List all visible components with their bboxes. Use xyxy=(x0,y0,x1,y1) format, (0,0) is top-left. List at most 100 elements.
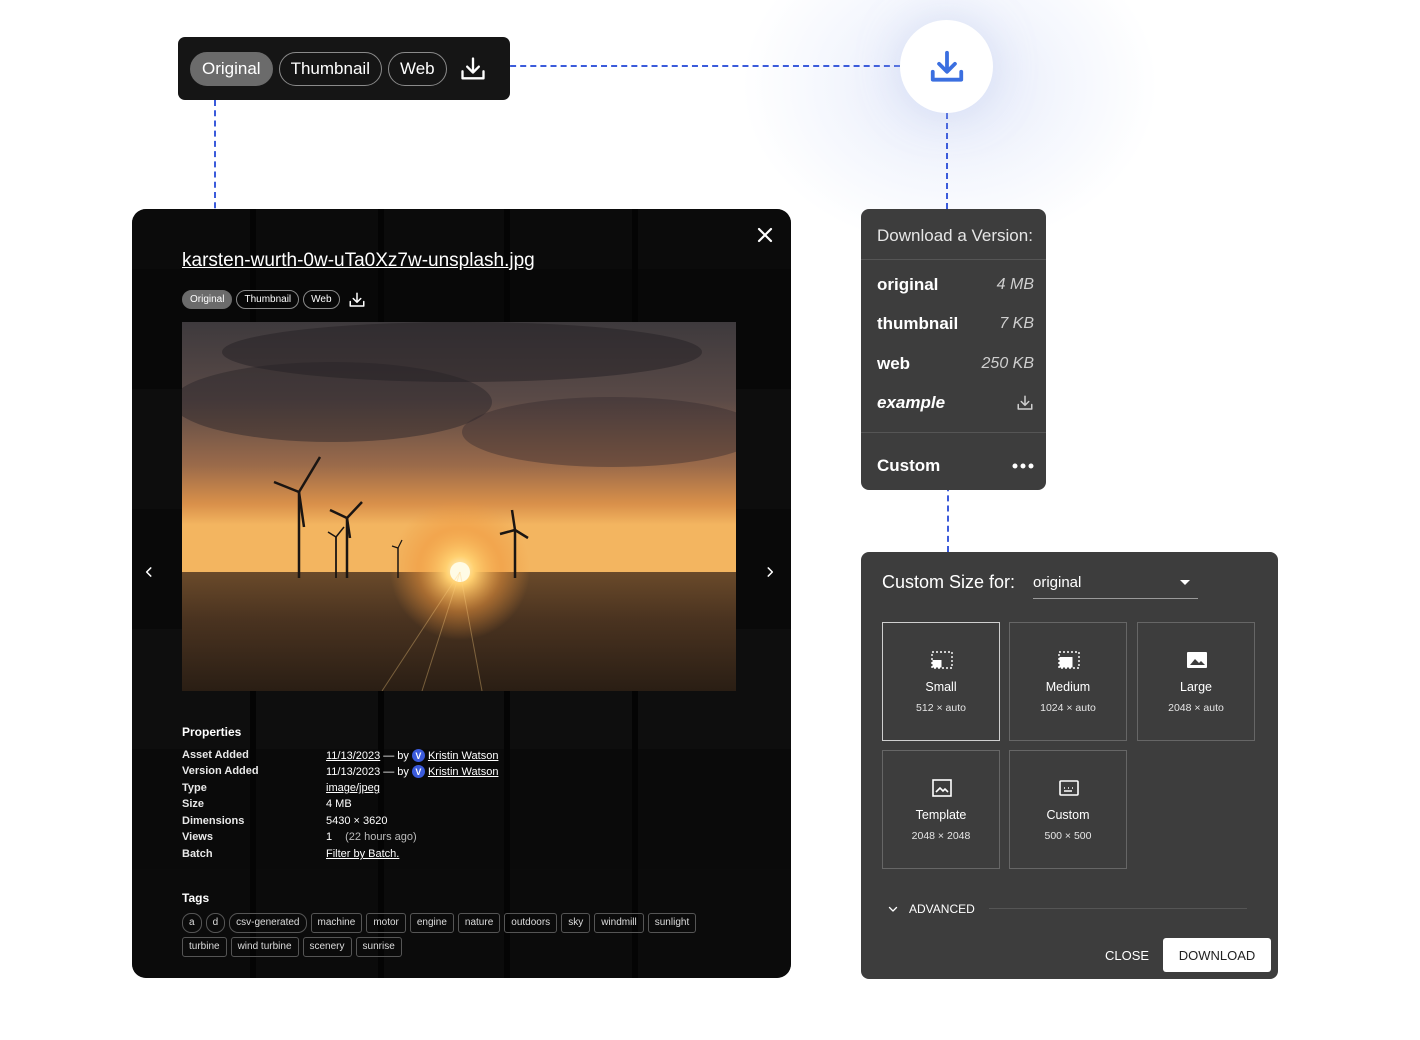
asset-preview-modal: karsten-wurth-0w-uTa0Xz7w-unsplash.jpg O… xyxy=(132,209,791,978)
version-pills: Original Thumbnail Web xyxy=(182,290,366,309)
tag[interactable]: csv-generated xyxy=(229,913,307,933)
version-size: 250 KB xyxy=(981,355,1034,372)
download-version-menu: Download a Version: original 4 MB thumbn… xyxy=(861,209,1046,490)
image-icon xyxy=(1187,652,1207,668)
version-select[interactable]: original xyxy=(1033,574,1198,599)
tag[interactable]: sky xyxy=(561,913,591,933)
version-pill-web[interactable]: Web xyxy=(303,290,340,309)
property-key: Dimensions xyxy=(182,815,245,827)
property-row-batch: Batch Filter by Batch. xyxy=(182,848,399,860)
property-value[interactable]: 11/13/2023 xyxy=(326,750,380,762)
tag[interactable]: windmill xyxy=(594,913,644,933)
advanced-toggle[interactable]: ADVANCED xyxy=(887,902,975,916)
connector-line xyxy=(500,65,900,67)
tag[interactable]: wind turbine xyxy=(230,937,299,957)
download-icon[interactable] xyxy=(1016,394,1034,412)
property-row-version-added: Version Added 11/13/2023 — by V Kristin … xyxy=(182,765,498,778)
version-name: Custom xyxy=(877,456,941,475)
prev-arrow-icon[interactable] xyxy=(142,565,156,579)
size-option-medium[interactable]: Medium 1024 × auto xyxy=(1009,622,1127,741)
tag[interactable]: d xyxy=(205,913,226,933)
version-option-original[interactable]: original 4 MB xyxy=(877,275,1034,295)
chevron-down-icon xyxy=(1180,580,1190,585)
tag[interactable]: turbine xyxy=(182,937,227,957)
version-option-example[interactable]: example xyxy=(877,393,1034,413)
size-label: Small xyxy=(925,680,957,694)
version-option-web[interactable]: web 250 KB xyxy=(877,354,1034,374)
tag[interactable]: nature xyxy=(457,913,501,933)
download-icon[interactable] xyxy=(348,291,366,309)
asset-filename[interactable]: karsten-wurth-0w-uTa0Xz7w-unsplash.jpg xyxy=(182,250,535,272)
close-button[interactable]: CLOSE xyxy=(1105,948,1149,963)
avatar: V xyxy=(411,749,425,762)
property-key: Size xyxy=(182,798,205,810)
tag[interactable]: outdoors xyxy=(504,913,558,933)
version-pill-original[interactable]: Original xyxy=(182,290,233,309)
size-dims: 512 × auto xyxy=(916,702,966,714)
property-value: 5430 × 3620 xyxy=(326,815,388,827)
download-button[interactable]: DOWNLOAD xyxy=(1163,938,1271,972)
menu-title: Download a Version: xyxy=(877,226,1033,245)
property-value: 1 xyxy=(326,831,333,843)
by-text: — by xyxy=(383,765,409,778)
size-dims: 1024 × auto xyxy=(1040,702,1096,714)
avatar: V xyxy=(411,765,425,778)
property-row-asset-added: Asset Added 11/13/2023 — by V Kristin Wa… xyxy=(182,749,498,762)
filter-by-batch-link[interactable]: Filter by Batch. xyxy=(326,848,399,860)
size-option-template[interactable]: Template 2048 × 2048 xyxy=(882,750,1000,869)
properties-heading: Properties xyxy=(182,725,242,739)
property-value[interactable]: image/jpeg xyxy=(326,782,380,794)
tag[interactable]: motor xyxy=(366,913,406,933)
download-button-highlight[interactable] xyxy=(900,20,993,113)
more-icon[interactable] xyxy=(1012,462,1034,470)
property-extra: (22 hours ago) xyxy=(345,831,417,843)
property-value: 11/13/2023 xyxy=(326,765,381,778)
tag[interactable]: engine xyxy=(409,913,454,933)
tags-heading: Tags xyxy=(182,891,210,905)
version-name: web xyxy=(877,354,911,373)
download-icon xyxy=(930,50,963,82)
tag-list: a d csv-generated machine motor engine n… xyxy=(182,913,742,957)
tag[interactable]: sunrise xyxy=(355,937,402,957)
close-icon[interactable] xyxy=(753,223,777,247)
download-icon[interactable] xyxy=(459,55,487,83)
version-size: 4 MB xyxy=(996,276,1034,293)
tag[interactable]: scenery xyxy=(302,937,352,957)
size-label: Custom xyxy=(1046,808,1090,822)
property-key: Batch xyxy=(182,848,213,860)
property-row-dimensions: Dimensions 5430 × 3620 xyxy=(182,815,387,827)
size-dims: 2048 × auto xyxy=(1168,702,1224,714)
custom-size-icon xyxy=(1059,780,1079,796)
version-pill-thumbnail[interactable]: Thumbnail xyxy=(236,290,300,309)
tag[interactable]: machine xyxy=(310,913,363,933)
next-arrow-icon[interactable] xyxy=(763,565,777,579)
divider xyxy=(861,259,1046,260)
tag[interactable]: a xyxy=(182,913,202,933)
size-option-small[interactable]: Small 512 × auto xyxy=(882,622,1000,741)
size-dims: 2048 × 2048 xyxy=(911,830,971,842)
user-link[interactable]: Kristin Watson xyxy=(428,750,499,762)
template-icon xyxy=(932,779,952,797)
version-option-thumbnail[interactable]: thumbnail 7 KB xyxy=(877,314,1034,334)
by-text: — by xyxy=(383,749,409,762)
size-dims: 500 × 500 xyxy=(1044,830,1092,842)
version-pill-web[interactable]: Web xyxy=(387,51,447,86)
version-pill-thumbnail[interactable]: Thumbnail xyxy=(278,51,382,86)
divider xyxy=(861,432,1046,433)
size-option-large[interactable]: Large 2048 × auto xyxy=(1137,622,1255,741)
chevron-down-icon xyxy=(888,906,898,912)
version-pill-original[interactable]: Original xyxy=(190,51,273,86)
size-label: Large xyxy=(1180,680,1212,694)
property-key: Asset Added xyxy=(182,749,249,761)
version-name: example xyxy=(877,393,946,412)
version-option-custom[interactable]: Custom xyxy=(877,456,1034,476)
size-option-custom[interactable]: Custom 500 × 500 xyxy=(1009,750,1127,869)
version-name: thumbnail xyxy=(877,314,959,333)
user-link[interactable]: Kristin Watson xyxy=(428,766,499,778)
divider xyxy=(989,908,1247,909)
property-row-type: Type image/jpeg xyxy=(182,782,380,794)
version-toolbar: Original Thumbnail Web xyxy=(178,37,510,100)
custom-size-dialog: Custom Size for: original Small 512 × au… xyxy=(861,552,1278,979)
property-row-views: Views 1 (22 hours ago) xyxy=(182,831,417,843)
tag[interactable]: sunlight xyxy=(647,913,697,933)
